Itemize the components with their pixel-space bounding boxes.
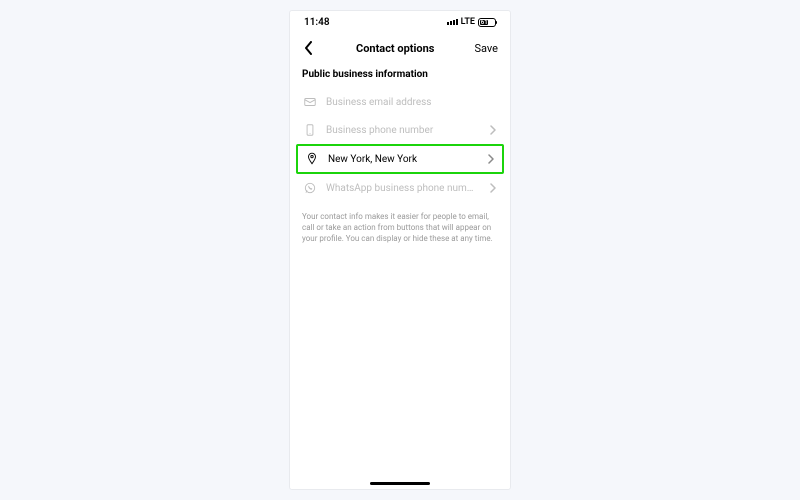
row-label: Business email address [326, 97, 498, 108]
page-title: Contact options [356, 42, 434, 55]
save-button[interactable]: Save [474, 42, 498, 55]
status-bar: 11:48 LTE 61 [290, 11, 510, 33]
phone-icon [302, 122, 318, 138]
location-icon [304, 151, 320, 167]
row-business-address[interactable]: New York, New York [296, 144, 504, 174]
chevron-right-icon [486, 154, 496, 164]
battery-text: 61 [480, 20, 488, 25]
status-right: LTE 61 [447, 17, 496, 27]
chevron-left-icon [304, 41, 314, 55]
row-business-email[interactable]: Business email address [296, 88, 504, 116]
signal-icon [447, 19, 458, 25]
battery-icon: 61 [478, 18, 496, 27]
mail-icon [302, 94, 318, 110]
row-label: New York, New York [328, 154, 478, 165]
row-label: Business phone number [326, 125, 480, 136]
whatsapp-icon [302, 180, 318, 196]
back-button[interactable] [302, 41, 316, 55]
network-label: LTE [461, 17, 475, 27]
row-whatsapp-phone[interactable]: WhatsApp business phone num… [296, 174, 504, 202]
contact-options-list: Business email address Business phone nu… [290, 88, 510, 202]
status-time: 11:48 [304, 17, 330, 28]
info-text: Your contact info makes it easier for pe… [290, 202, 510, 254]
nav-header: Contact options Save [290, 33, 510, 65]
row-business-phone[interactable]: Business phone number [296, 116, 504, 144]
phone-frame: 11:48 LTE 61 Contact options Save Public… [290, 11, 510, 489]
row-label: WhatsApp business phone num… [326, 183, 480, 194]
chevron-right-icon [488, 183, 498, 193]
home-indicator[interactable] [370, 482, 430, 485]
chevron-right-icon [488, 125, 498, 135]
section-title: Public business information [290, 65, 510, 88]
